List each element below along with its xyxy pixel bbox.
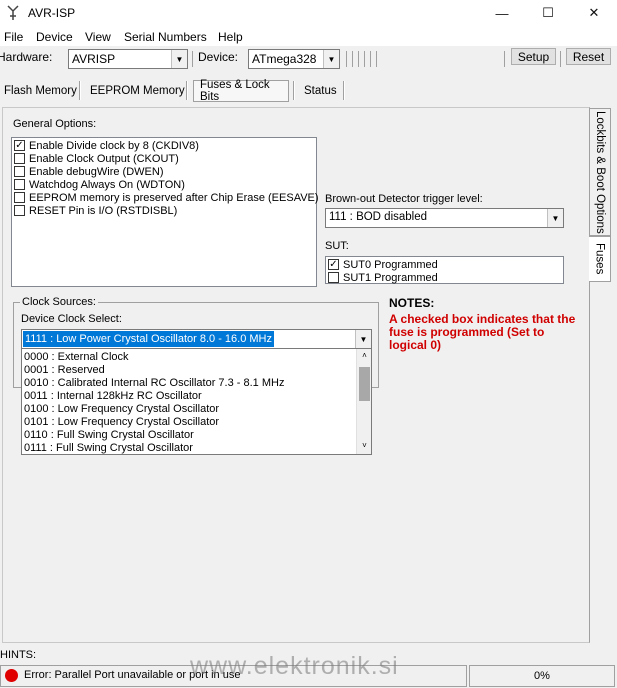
toolbar-separator [364,51,365,67]
bod-select[interactable]: 111 : BOD disabled ▼ [325,208,564,228]
clock-option[interactable]: 0110 : Full Swing Crystal Oscillator [24,429,194,442]
device-select[interactable]: ATmega328 ▼ [248,49,340,69]
bod-label: Brown-out Detector trigger level: [325,193,483,205]
device-select-value: ATmega328 [252,52,317,66]
sut-label: SUT: [325,240,349,252]
dropdown-scrollbar[interactable]: ˄ ˅ [356,349,371,454]
checkbox-checked-icon: ✓ [14,139,25,151]
sut-list: ✓ SUT0 Programmed SUT1 Programmed [325,256,564,284]
checkbox-icon [14,153,25,164]
device-clock-dropdown-list: 0000 : External Clock 0001 : Reserved 00… [21,348,372,455]
general-option-label: RESET Pin is I/O (RSTDISBL) [29,204,178,217]
clock-option[interactable]: 0000 : External Clock [24,351,129,364]
clock-option[interactable]: 0010 : Calibrated Internal RC Oscillator… [24,377,284,390]
general-option-label: EEPROM memory is preserved after Chip Er… [29,191,319,204]
checkbox-icon [328,272,339,283]
hardware-label: Hardware: [0,50,53,64]
toolbar-separator [504,51,505,67]
general-option-ckout[interactable]: Enable Clock Output (CKOUT) [14,152,179,165]
side-tab-fuses[interactable]: Fuses [589,236,611,282]
reset-button[interactable]: Reset [566,48,611,65]
general-option-label: Enable Clock Output (CKOUT) [29,152,179,165]
menu-serial-numbers[interactable]: Serial Numbers [124,30,207,44]
clock-option[interactable]: 0001 : Reserved [24,364,105,377]
hints-label: HINTS: [0,649,37,661]
sut-option-label: SUT0 Programmed [343,258,438,271]
sut-option-label: SUT1 Programmed [343,271,438,284]
sut1-option[interactable]: SUT1 Programmed [328,271,438,284]
clock-option[interactable]: 0101 : Low Frequency Crystal Oscillator [24,416,219,429]
general-option-ckdiv8[interactable]: ✓ Enable Divide clock by 8 (CKDIV8) [14,139,199,152]
tab-separator [343,81,345,100]
toolbar-separator [192,51,193,67]
chevron-down-icon: ▼ [171,50,187,68]
device-clock-select[interactable]: 1111 : Low Power Crystal Oscillator 8.0 … [21,329,372,349]
clock-option[interactable]: 0111 : Full Swing Crystal Oscillator [24,442,193,455]
general-option-rstdisbl[interactable]: RESET Pin is I/O (RSTDISBL) [14,204,177,217]
clock-option[interactable]: 0100 : Low Frequency Crystal Oscillator [24,403,219,416]
checkbox-icon [14,179,25,190]
tab-eeprom-memory[interactable]: EEPROM Memory [84,80,191,102]
device-label: Device: [198,50,239,64]
toolbar-separator [376,51,377,67]
menu-file[interactable]: File [4,30,23,44]
hardware-select-value: AVRISP [72,52,116,66]
error-icon [5,669,18,682]
tab-separator [186,81,188,100]
general-option-eesave[interactable]: EEPROM memory is preserved after Chip Er… [14,191,319,204]
scroll-up-icon[interactable]: ˄ [358,349,371,363]
general-option-label: Enable Divide clock by 8 (CKDIV8) [29,139,199,152]
side-tab-lockbits[interactable]: Lockbits & Boot Options [589,108,611,236]
menu-help[interactable]: Help [218,30,243,44]
toolbar-separator [358,51,359,67]
general-option-wdton[interactable]: Watchdog Always On (WDTON) [14,178,185,191]
notes-text: A checked box indicates that the fuse is… [389,312,576,352]
progress-panel: 0% [469,665,615,687]
toolbar-separator [560,51,561,67]
general-options-label: General Options: [13,118,97,130]
device-clock-select-label: Device Clock Select: [21,313,122,325]
checkbox-icon [14,192,25,203]
toolbar-separator [346,51,347,67]
minimize-button[interactable]: — [479,0,525,26]
checkbox-checked-icon: ✓ [328,258,339,270]
progress-value: 0% [534,670,550,682]
chevron-down-icon: ▼ [547,209,563,227]
scrollbar-thumb[interactable] [359,367,370,401]
toolbar-separator [370,51,371,67]
close-button[interactable]: ✕ [571,0,617,26]
hardware-select[interactable]: AVRISP ▼ [68,49,188,69]
menu-device[interactable]: Device [36,30,73,44]
tab-separator [293,81,295,100]
watermark: www.elektronik.si [190,652,399,680]
clock-option[interactable]: 0011 : Internal 128kHz RC Oscillator [24,390,202,403]
general-option-dwen[interactable]: Enable debugWire (DWEN) [14,165,164,178]
checkbox-icon [14,166,25,177]
sut0-option[interactable]: ✓ SUT0 Programmed [328,258,438,271]
maximize-button[interactable]: ☐ [525,0,571,26]
chevron-down-icon: ▼ [355,330,371,348]
checkbox-icon [14,205,25,216]
bod-select-value: 111 : BOD disabled [329,211,428,223]
chevron-down-icon: ▼ [323,50,339,68]
menu-view[interactable]: View [85,30,111,44]
general-option-label: Watchdog Always On (WDTON) [29,178,185,191]
tab-fuses-lock-bits[interactable]: Fuses & Lock Bits [193,79,289,103]
tab-separator [79,81,81,100]
scroll-down-icon[interactable]: ˅ [358,439,371,453]
general-options-list: ✓ Enable Divide clock by 8 (CKDIV8) Enab… [11,137,319,287]
toolbar-separator [352,51,353,67]
setup-button[interactable]: Setup [511,48,556,65]
notes-title: NOTES: [389,296,435,310]
clock-sources-label: Clock Sources: [20,296,98,308]
general-option-label: Enable debugWire (DWEN) [29,165,164,178]
tab-flash-memory[interactable]: Flash Memory [0,80,83,102]
window-title: AVR-ISP [28,6,76,20]
device-clock-select-value: 1111 : Low Power Crystal Oscillator 8.0 … [23,331,274,347]
tab-status[interactable]: Status [298,80,343,102]
app-icon [7,5,19,20]
